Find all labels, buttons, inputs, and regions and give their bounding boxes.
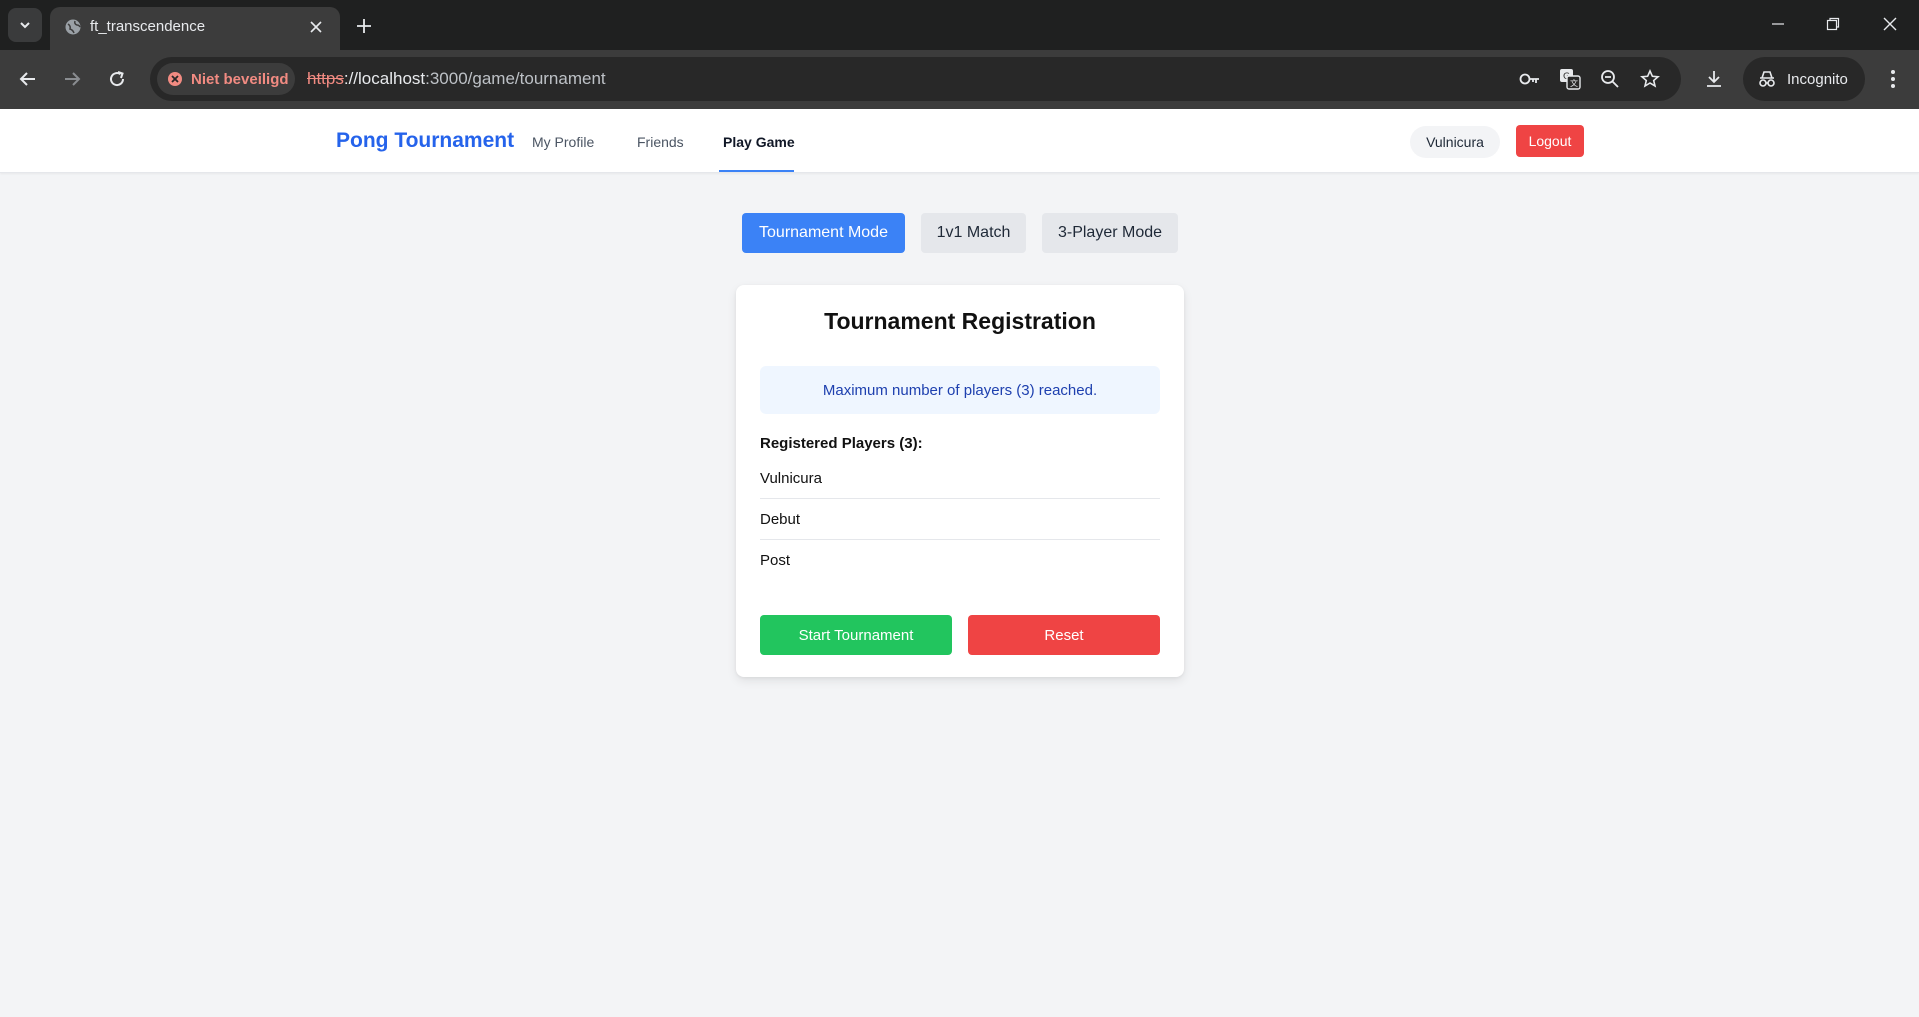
max-players-notice: Maximum number of players (3) reached. — [760, 366, 1160, 414]
address-bar[interactable]: Niet beveiligd https://localhost:3000/ga… — [150, 57, 1681, 101]
incognito-label: Incognito — [1787, 70, 1848, 88]
back-button[interactable] — [12, 63, 44, 95]
forward-button[interactable] — [56, 63, 88, 95]
svg-text:文: 文 — [1570, 78, 1578, 88]
security-label: Niet beveiligd — [191, 70, 289, 88]
nav-my-profile[interactable]: My Profile — [532, 134, 594, 150]
browser-tab[interactable]: ft_transcendence — [50, 7, 340, 50]
url-text[interactable]: https://localhost:3000/game/tournament — [307, 69, 606, 89]
globe-icon — [65, 19, 81, 35]
reload-icon — [110, 71, 125, 87]
player-row: Vulnicura — [760, 458, 1160, 499]
username-badge[interactable]: Vulnicura — [1410, 126, 1500, 158]
arrow-right-icon — [65, 72, 81, 86]
active-nav-indicator — [719, 170, 794, 172]
restore-icon — [1826, 17, 1840, 31]
registered-players-heading: Registered Players (3): — [760, 435, 923, 452]
tab-title: ft_transcendence — [90, 18, 206, 35]
security-chip[interactable]: Niet beveiligd — [157, 63, 295, 95]
site-navbar: Pong Tournament My Profile Friends Play … — [0, 109, 1919, 173]
nav-play-game[interactable]: Play Game — [723, 134, 795, 150]
browser-toolbar: Niet beveiligd https://localhost:3000/ga… — [0, 50, 1919, 109]
reset-button[interactable]: Reset — [968, 615, 1160, 655]
nav-friends[interactable]: Friends — [637, 134, 684, 150]
tournament-registration-card: Tournament Registration Maximum number o… — [736, 285, 1184, 677]
tournament-mode-button[interactable]: Tournament Mode — [742, 213, 905, 253]
zoom-out-icon — [1601, 70, 1619, 88]
window-close-button[interactable] — [1872, 8, 1908, 40]
minimize-button[interactable] — [1760, 8, 1796, 40]
tab-close-button[interactable] — [304, 15, 328, 39]
3-player-mode-button[interactable]: 3-Player Mode — [1042, 213, 1178, 253]
translate-button[interactable]: G文 — [1558, 67, 1582, 91]
page: Pong Tournament My Profile Friends Play … — [0, 109, 1919, 1017]
url-scheme: https — [307, 69, 344, 88]
arrow-left-icon — [19, 72, 35, 86]
player-row: Debut — [760, 499, 1160, 540]
chevron-down-icon — [20, 22, 30, 29]
more-vertical-icon — [1891, 70, 1895, 88]
zoom-button[interactable] — [1598, 67, 1622, 91]
close-icon — [310, 21, 322, 33]
downloads-button[interactable] — [1698, 63, 1730, 95]
close-icon — [1883, 17, 1897, 31]
password-key-button[interactable] — [1518, 67, 1542, 91]
1v1-match-button[interactable]: 1v1 Match — [921, 213, 1026, 253]
translate-icon: G文 — [1560, 69, 1581, 90]
star-icon — [1640, 69, 1660, 88]
key-icon — [1519, 73, 1539, 85]
new-tab-button[interactable] — [350, 12, 378, 40]
logout-button[interactable]: Logout — [1516, 125, 1584, 157]
card-title: Tournament Registration — [824, 308, 1096, 334]
incognito-indicator[interactable]: Incognito — [1743, 57, 1865, 101]
player-list: Vulnicura Debut Post — [760, 458, 1160, 581]
start-tournament-button[interactable]: Start Tournament — [760, 615, 952, 655]
url-host: ://localhost — [343, 69, 426, 88]
minimize-icon — [1772, 23, 1784, 25]
bookmark-button[interactable] — [1638, 67, 1662, 91]
not-secure-icon — [168, 72, 182, 86]
tab-search-button[interactable] — [8, 8, 42, 42]
reload-button[interactable] — [101, 63, 133, 95]
download-icon — [1707, 71, 1721, 87]
url-path: :3000/game/tournament — [425, 69, 606, 88]
plus-icon — [357, 19, 371, 33]
browser-tab-bar: ft_transcendence — [0, 0, 1919, 50]
player-row: Post — [760, 552, 791, 569]
incognito-icon — [1759, 71, 1775, 87]
restore-button[interactable] — [1815, 8, 1851, 40]
brand-logo[interactable]: Pong Tournament — [336, 129, 514, 153]
browser-menu-button[interactable] — [1877, 63, 1909, 95]
